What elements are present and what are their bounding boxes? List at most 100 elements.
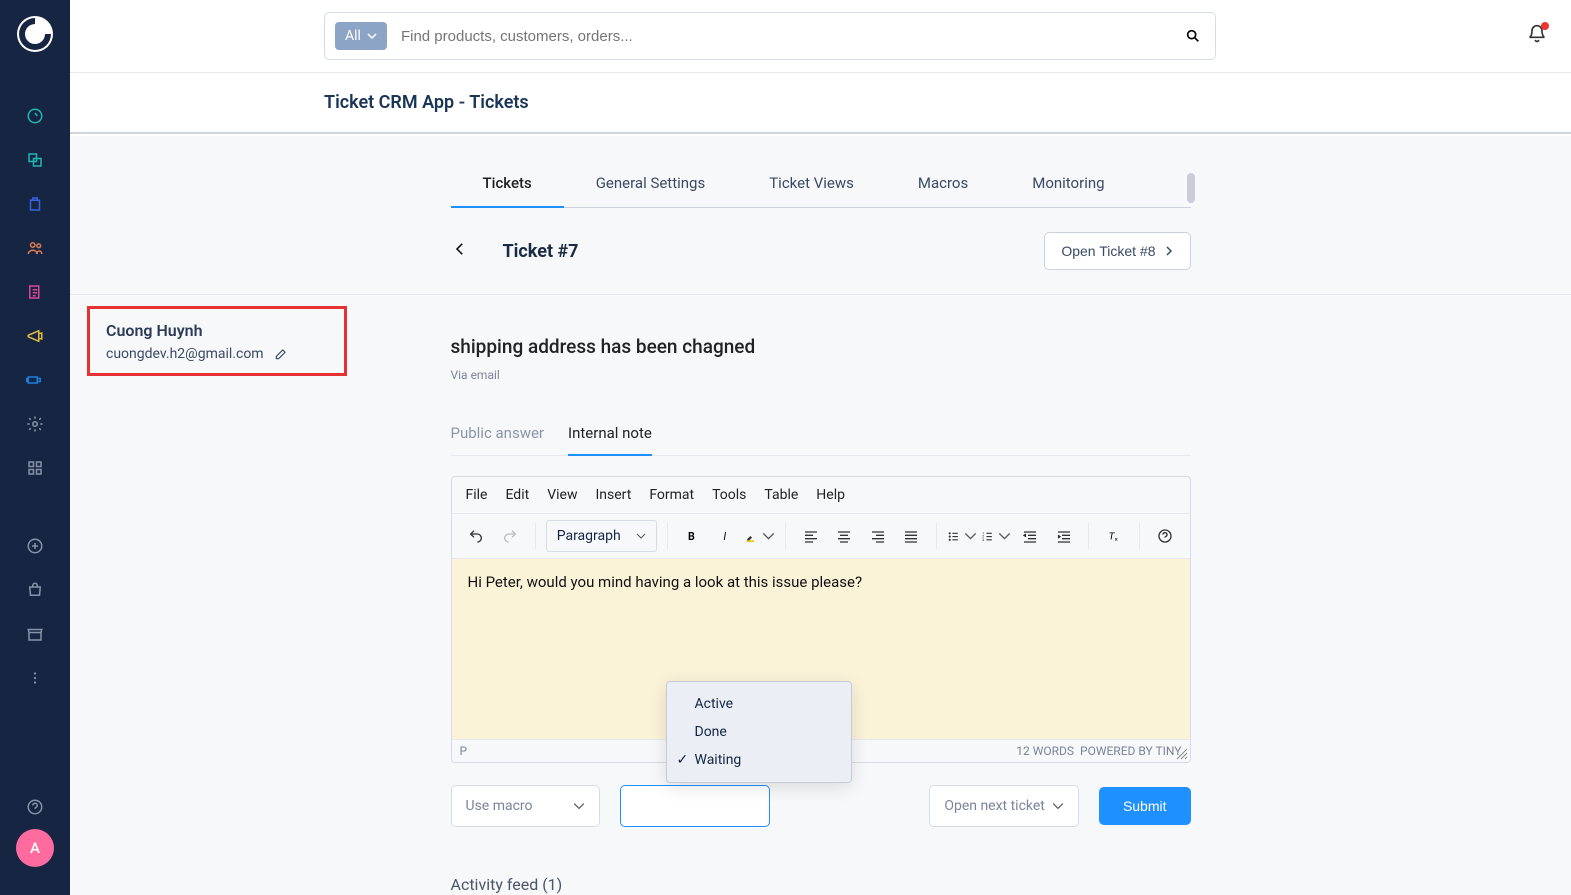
customer-card: Cuong Huynh cuongdev.h2@gmail.com bbox=[87, 306, 347, 376]
status-option-done[interactable]: Done bbox=[667, 718, 851, 746]
tab-macros[interactable]: Macros bbox=[886, 174, 1000, 207]
open-next-ticket-button[interactable]: Open Ticket #8 bbox=[1044, 232, 1190, 270]
bold-icon[interactable]: B bbox=[678, 521, 708, 551]
back-button[interactable] bbox=[451, 240, 469, 262]
ticket-head: Ticket #7 Open Ticket #8 bbox=[451, 232, 1191, 294]
menu-edit[interactable]: Edit bbox=[505, 487, 529, 503]
highlight-icon[interactable] bbox=[745, 521, 775, 551]
macro-label: Use macro bbox=[466, 798, 533, 814]
align-left-icon[interactable] bbox=[796, 521, 826, 551]
edit-icon[interactable] bbox=[274, 347, 288, 361]
menu-help[interactable]: Help bbox=[816, 487, 845, 503]
paragraph-select[interactable]: Paragraph bbox=[546, 520, 657, 552]
nav-orders[interactable] bbox=[0, 182, 70, 226]
ticket-content: shipping address has been chagned Via em… bbox=[451, 335, 1191, 895]
sidebar: A bbox=[0, 0, 70, 895]
editor-toolbar: Paragraph B I 123 T× bbox=[452, 514, 1190, 559]
menu-insert[interactable]: Insert bbox=[595, 487, 631, 503]
menu-table[interactable]: Table bbox=[764, 487, 798, 503]
avatar[interactable]: A bbox=[16, 829, 54, 867]
svg-text:3: 3 bbox=[982, 537, 984, 542]
align-justify-icon[interactable] bbox=[897, 521, 927, 551]
outdent-icon[interactable] bbox=[1015, 521, 1045, 551]
chevron-down-icon bbox=[636, 531, 646, 541]
subtab-internal-note[interactable]: Internal note bbox=[568, 424, 652, 456]
status-option-waiting[interactable]: Waiting bbox=[667, 746, 851, 774]
page-title: Ticket CRM App - Tickets bbox=[70, 72, 1571, 134]
post-action-select[interactable]: Open next ticket bbox=[929, 785, 1079, 827]
chevron-down-icon bbox=[1052, 800, 1064, 812]
open-next-label: Open Ticket #8 bbox=[1061, 243, 1155, 259]
tab-ticket-views[interactable]: Ticket Views bbox=[737, 174, 886, 207]
italic-icon[interactable]: I bbox=[711, 521, 741, 551]
notifications-icon[interactable] bbox=[1527, 24, 1547, 46]
app-logo bbox=[15, 14, 55, 54]
tabs-scrollbar-thumb[interactable] bbox=[1187, 173, 1195, 203]
resize-handle-icon[interactable] bbox=[1176, 748, 1188, 760]
ticket-subject: shipping address has been chagned bbox=[451, 335, 1191, 358]
svg-text:×: × bbox=[1115, 536, 1118, 543]
activity-feed-title: Activity feed (1) bbox=[451, 875, 1191, 895]
post-action-label: Open next ticket bbox=[944, 798, 1045, 814]
search-icon[interactable] bbox=[1185, 28, 1201, 44]
chevron-down-icon bbox=[762, 528, 775, 544]
chevron-down-icon bbox=[573, 800, 585, 812]
notification-dot bbox=[1541, 22, 1549, 30]
ordered-list-icon[interactable]: 123 bbox=[981, 521, 1011, 551]
svg-text:B: B bbox=[688, 530, 695, 543]
svg-text:I: I bbox=[723, 530, 726, 543]
topbar: All bbox=[70, 0, 1571, 72]
nav-bag[interactable] bbox=[0, 568, 70, 612]
menu-tools[interactable]: Tools bbox=[712, 487, 746, 503]
macro-select[interactable]: Use macro bbox=[451, 785, 601, 827]
nav-marketing[interactable] bbox=[0, 314, 70, 358]
editor-path: P bbox=[460, 744, 468, 758]
align-center-icon[interactable] bbox=[829, 521, 859, 551]
answer-tabs: Public answer Internal note bbox=[451, 424, 1191, 456]
actions-row: Use macro Open next ticket Submit Active… bbox=[451, 785, 1191, 827]
ticket-title: Ticket #7 bbox=[503, 241, 579, 262]
help-icon[interactable] bbox=[1150, 521, 1180, 551]
status-option-active[interactable]: Active bbox=[667, 690, 851, 718]
nav-catalogue[interactable] bbox=[0, 138, 70, 182]
nav-apps[interactable] bbox=[0, 446, 70, 490]
nav-settings[interactable] bbox=[0, 402, 70, 446]
search-filter-label: All bbox=[345, 28, 361, 44]
menu-format[interactable]: Format bbox=[649, 487, 694, 503]
tab-tickets[interactable]: Tickets bbox=[451, 174, 564, 208]
menu-file[interactable]: File bbox=[466, 487, 488, 503]
menu-view[interactable]: View bbox=[547, 487, 577, 503]
tab-general-settings[interactable]: General Settings bbox=[564, 174, 738, 207]
nav-extensions[interactable] bbox=[0, 358, 70, 402]
submit-button[interactable]: Submit bbox=[1099, 787, 1191, 825]
bullet-list-icon[interactable] bbox=[947, 521, 977, 551]
tabs: Tickets General Settings Ticket Views Ma… bbox=[451, 174, 1191, 208]
search-input[interactable] bbox=[401, 28, 1185, 45]
nav-content[interactable] bbox=[0, 270, 70, 314]
redo-icon[interactable] bbox=[495, 521, 525, 551]
nav-add[interactable] bbox=[0, 524, 70, 568]
customer-email: cuongdev.h2@gmail.com bbox=[106, 346, 264, 362]
page-body: Cuong Huynh cuongdev.h2@gmail.com Ticket… bbox=[70, 136, 1571, 895]
editor-menu: File Edit View Insert Format Tools Table… bbox=[452, 477, 1190, 514]
status-dropdown: Active Done Waiting bbox=[666, 681, 852, 783]
tab-monitoring[interactable]: Monitoring bbox=[1000, 174, 1136, 207]
search-filter-chip[interactable]: All bbox=[335, 22, 387, 50]
nav-dashboard[interactable] bbox=[0, 94, 70, 138]
undo-icon[interactable] bbox=[462, 521, 492, 551]
indent-icon[interactable] bbox=[1049, 521, 1079, 551]
word-count: 12 WORDS bbox=[1016, 744, 1074, 758]
chevron-right-icon bbox=[1164, 246, 1174, 256]
align-right-icon[interactable] bbox=[863, 521, 893, 551]
nav-store[interactable] bbox=[0, 612, 70, 656]
clear-format-icon[interactable]: T× bbox=[1099, 521, 1129, 551]
ticket-via: Via email bbox=[451, 368, 1191, 382]
nav-help[interactable] bbox=[0, 785, 70, 829]
paragraph-label: Paragraph bbox=[557, 528, 621, 544]
subtab-public-answer[interactable]: Public answer bbox=[451, 424, 545, 455]
nav-more[interactable] bbox=[0, 656, 70, 700]
nav-customers[interactable] bbox=[0, 226, 70, 270]
customer-name: Cuong Huynh bbox=[106, 321, 328, 340]
status-select[interactable] bbox=[620, 785, 770, 827]
searchbar: All bbox=[324, 12, 1216, 60]
